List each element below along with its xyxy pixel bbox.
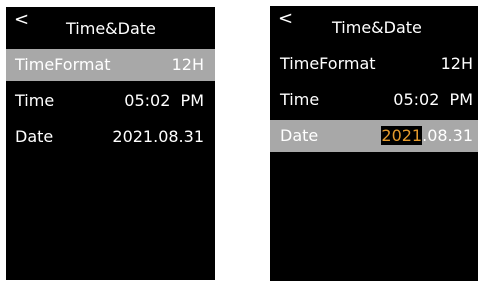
- menu-item-value: 12H: [171, 55, 204, 74]
- menu-item-value: 2021.08.31: [112, 127, 204, 146]
- menu-item-value: 05:02 PM: [124, 91, 204, 110]
- menu-item-label: Date: [15, 127, 54, 146]
- screen-header: < Time&Date: [6, 7, 215, 45]
- time-date-screen-left: < Time&Date TimeFormat 12H Time 05:02 PM…: [6, 7, 215, 280]
- year-field-editing[interactable]: 2021: [381, 126, 423, 145]
- time-date-screen-right: < Time&Date TimeFormat 12H Time 05:02 PM…: [270, 6, 478, 281]
- screen-header: < Time&Date: [270, 6, 478, 44]
- menu-item-label: TimeFormat: [15, 55, 111, 74]
- menu-item-label: Time: [280, 90, 320, 109]
- menu-item-time[interactable]: Time 05:02 PM: [270, 84, 478, 116]
- menu-item-date[interactable]: Date 2021.08.31: [6, 121, 215, 153]
- menu-item-value: 12H: [440, 54, 473, 73]
- date-rest: .08.31: [422, 126, 473, 145]
- menu-item-label: TimeFormat: [280, 54, 376, 73]
- chevron-left-icon[interactable]: <: [278, 9, 293, 29]
- menu-item-timeformat[interactable]: TimeFormat 12H: [270, 48, 478, 80]
- menu-item-date[interactable]: Date 2021.08.31: [270, 120, 478, 152]
- menu-item-timeformat[interactable]: TimeFormat 12H: [6, 49, 215, 81]
- screen-title: Time&Date: [332, 18, 422, 37]
- menu-item-time[interactable]: Time 05:02 PM: [6, 85, 215, 117]
- menu-item-label: Date: [280, 126, 319, 145]
- menu-item-label: Time: [15, 91, 55, 110]
- chevron-left-icon[interactable]: <: [14, 10, 29, 30]
- menu-item-value: 05:02 PM: [393, 90, 473, 109]
- screen-title: Time&Date: [66, 19, 156, 38]
- date-value-editor[interactable]: 2021.08.31: [381, 120, 473, 152]
